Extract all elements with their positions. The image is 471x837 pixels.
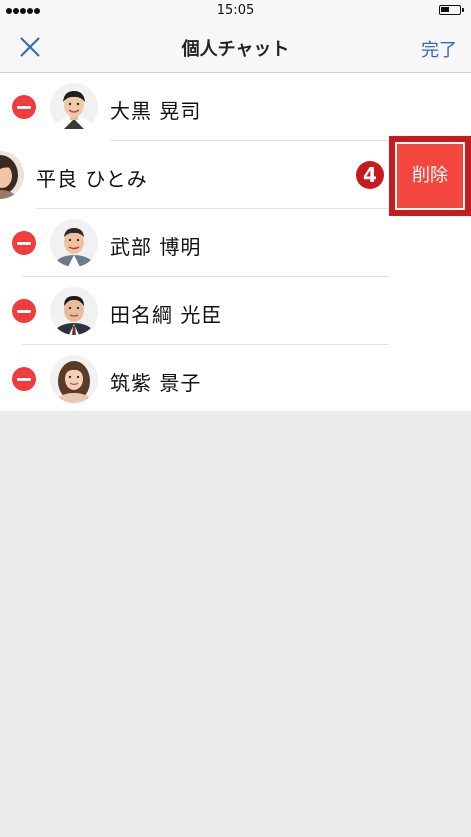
avatar	[0, 151, 24, 199]
done-button[interactable]: 完了	[421, 36, 457, 62]
contact-name: 大黒 晃司	[110, 99, 202, 123]
contact-list: 大黒 晃司 平良 ひとみ 武部 博明 田名綱 光臣 筑紫 景子	[0, 73, 471, 411]
avatar	[50, 83, 98, 131]
delete-action-highlight: 削除	[389, 136, 471, 216]
delete-button[interactable]: 削除	[395, 142, 465, 210]
remove-icon[interactable]	[12, 95, 36, 119]
list-item[interactable]: 大黒 晃司	[0, 73, 471, 141]
remove-icon[interactable]	[12, 231, 36, 255]
contact-name: 平良 ひとみ	[36, 167, 148, 191]
contact-name: 武部 博明	[110, 235, 202, 259]
avatar	[50, 287, 98, 335]
avatar	[50, 355, 98, 403]
step-number-badge: 4	[356, 161, 384, 189]
status-bar: 15:05	[0, 0, 471, 22]
list-item[interactable]: 武部 博明	[0, 209, 471, 277]
list-item[interactable]: 筑紫 景子	[0, 345, 471, 413]
page-title: 個人チャット	[181, 39, 290, 60]
list-item[interactable]: 田名綱 光臣	[0, 277, 471, 345]
remove-icon[interactable]	[12, 367, 36, 391]
contact-name: 筑紫 景子	[110, 371, 202, 395]
screen: 15:05 個人チャット 完了 大黒 晃司 平良 ひとみ 武部 博明 田名綱 光…	[0, 0, 471, 837]
status-time: 15:05	[216, 3, 255, 18]
remove-icon[interactable]	[12, 299, 36, 323]
contact-name: 田名綱 光臣	[110, 303, 223, 327]
avatar	[50, 219, 98, 267]
nav-bar: 個人チャット 完了	[0, 22, 471, 73]
battery-icon	[439, 5, 464, 15]
